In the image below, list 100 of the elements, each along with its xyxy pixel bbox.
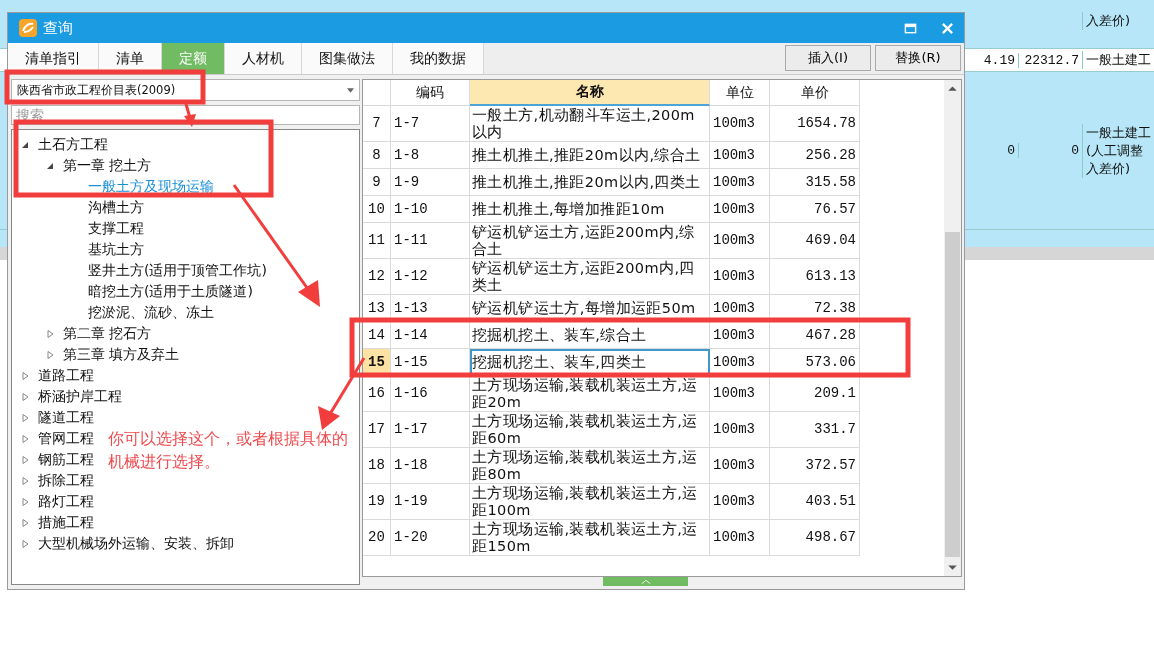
tree-item[interactable]: 措施工程 <box>38 513 94 532</box>
collapsed-triangle-icon[interactable] <box>20 454 30 465</box>
tree-item[interactable]: 第三章 填方及弃土 <box>63 345 180 364</box>
table-cell: 100m3 <box>710 106 770 142</box>
table-cell: 256.28 <box>770 142 860 169</box>
tree-item[interactable]: 沟槽土方 <box>88 198 144 217</box>
row-number: 9 <box>363 169 391 196</box>
collapsed-triangle-icon[interactable] <box>20 517 30 528</box>
table-cell: 100m3 <box>710 196 770 223</box>
tree-item[interactable]: 支撑工程 <box>88 219 144 238</box>
row-number: 19 <box>363 484 391 520</box>
scrollbar[interactable] <box>944 80 961 576</box>
row-number: 18 <box>363 448 391 484</box>
table-cell: 469.04 <box>770 223 860 259</box>
table-cell: 613.13 <box>770 259 860 295</box>
maximize-icon[interactable] <box>904 21 917 35</box>
tree-item[interactable]: 暗挖土方(适用于土质隧道) <box>88 282 253 301</box>
table-cell: 挖掘机挖土、装车,四类土 <box>470 349 710 376</box>
table-cell: 1-18 <box>391 448 470 484</box>
tree-item[interactable]: 管网工程 <box>38 429 94 448</box>
scroll-thumb[interactable] <box>945 232 960 557</box>
table-cell: 1-10 <box>391 196 470 223</box>
tree-item[interactable]: 钢筋工程 <box>38 450 94 469</box>
app-logo-icon <box>19 19 37 37</box>
tree-item[interactable]: 道路工程 <box>38 366 94 385</box>
table-cell: 498.67 <box>770 520 860 556</box>
tab[interactable]: 图集做法 <box>302 43 393 74</box>
table-cell: 土方现场运输,装载机装运土方,运距20m <box>470 376 710 412</box>
close-icon[interactable] <box>941 21 954 35</box>
column-header[interactable]: 单位 <box>710 80 770 106</box>
table-cell: 推土机推土,推距20m以内,四类土 <box>470 169 710 196</box>
sheet-cell-text: (人工调整 <box>1086 141 1145 160</box>
table-cell: 1-13 <box>391 295 470 322</box>
header-corner <box>363 80 391 106</box>
collapsed-triangle-icon[interactable] <box>45 328 55 339</box>
collapsed-triangle-icon[interactable] <box>20 475 30 486</box>
table-cell: 1-19 <box>391 484 470 520</box>
tree-item[interactable]: 一般土方及现场运输 <box>88 177 214 196</box>
table-cell: 100m3 <box>710 295 770 322</box>
tree-item[interactable]: 土石方工程 <box>38 135 108 154</box>
table-cell: 1-17 <box>391 412 470 448</box>
table-cell: 100m3 <box>710 169 770 196</box>
tree-item[interactable]: 大型机械场外运输、安装、拆卸 <box>38 534 234 553</box>
table-cell: 推土机推土,每增加推距10m <box>470 196 710 223</box>
table-cell: 土方现场运输,装载机装运土方,运距150m <box>470 520 710 556</box>
table-cell: 1-16 <box>391 376 470 412</box>
table-cell: 100m3 <box>710 349 770 376</box>
tree-item[interactable]: 拆除工程 <box>38 471 94 490</box>
table-cell: 372.57 <box>770 448 860 484</box>
tab[interactable]: 人材机 <box>225 43 302 74</box>
tree-item[interactable]: 第一章 挖土方 <box>63 156 152 175</box>
sheet-cell: 0 <box>1018 143 1082 158</box>
table-cell: 铲运机铲运土方,每增加运距50m <box>470 295 710 322</box>
tree-item[interactable]: 隧道工程 <box>38 408 94 427</box>
caret-icon <box>640 578 651 585</box>
row-number: 12 <box>363 259 391 295</box>
table-cell: 推土机推土,推距20m以内,综合土 <box>470 142 710 169</box>
column-header[interactable]: 名称 <box>470 80 710 106</box>
annotation-arrow <box>184 103 196 127</box>
library-dropdown[interactable]: 陕西省市政工程价目表(2009) <box>11 79 360 101</box>
column-header[interactable]: 单价 <box>770 80 860 106</box>
collapsed-triangle-icon[interactable] <box>20 538 30 549</box>
table-cell: 100m3 <box>710 322 770 349</box>
table-cell: 铲运机铲运土方,运距200m内,综合土 <box>470 223 710 259</box>
tree-item[interactable]: 路灯工程 <box>38 492 94 511</box>
table-cell: 100m3 <box>710 376 770 412</box>
action-button[interactable]: 插入(I) <box>785 45 871 71</box>
tree-item[interactable]: 竖井土方(适用于顶管工作坑) <box>88 261 267 280</box>
collapsed-triangle-icon[interactable] <box>45 349 55 360</box>
tab[interactable]: 我的数据 <box>393 43 484 74</box>
collapse-handle[interactable] <box>603 577 688 586</box>
table-cell: 100m3 <box>710 223 770 259</box>
tree-item[interactable]: 桥涵护岸工程 <box>38 387 122 406</box>
table-cell: 1-20 <box>391 520 470 556</box>
table-cell: 1-14 <box>391 322 470 349</box>
window-title: 查询 <box>43 18 73 38</box>
collapsed-triangle-icon[interactable] <box>20 433 30 444</box>
tree-item[interactable]: 基坑土方 <box>88 240 144 259</box>
table-cell: 467.28 <box>770 322 860 349</box>
table-cell: 209.1 <box>770 376 860 412</box>
tree-item[interactable]: 挖淤泥、流砂、冻土 <box>88 303 214 322</box>
row-number: 7 <box>363 106 391 142</box>
table-cell: 403.51 <box>770 484 860 520</box>
collapsed-triangle-icon[interactable] <box>20 370 30 381</box>
row-number: 11 <box>363 223 391 259</box>
row-number: 16 <box>363 376 391 412</box>
tree-item[interactable]: 第二章 挖石方 <box>63 324 152 343</box>
table-cell: 1654.78 <box>770 106 860 142</box>
table-cell: 100m3 <box>710 412 770 448</box>
sheet-cell: 22312.7 <box>1018 52 1082 68</box>
row-number: 8 <box>363 142 391 169</box>
collapsed-triangle-icon[interactable] <box>20 412 30 423</box>
table-cell: 土方现场运输,装载机装运土方,运距100m <box>470 484 710 520</box>
row-number: 17 <box>363 412 391 448</box>
table-cell: 72.38 <box>770 295 860 322</box>
collapsed-triangle-icon[interactable] <box>20 391 30 402</box>
action-button[interactable]: 替换(R) <box>875 45 961 71</box>
collapsed-triangle-icon[interactable] <box>20 496 30 507</box>
table-cell: 100m3 <box>710 484 770 520</box>
caret-icon <box>347 87 354 93</box>
